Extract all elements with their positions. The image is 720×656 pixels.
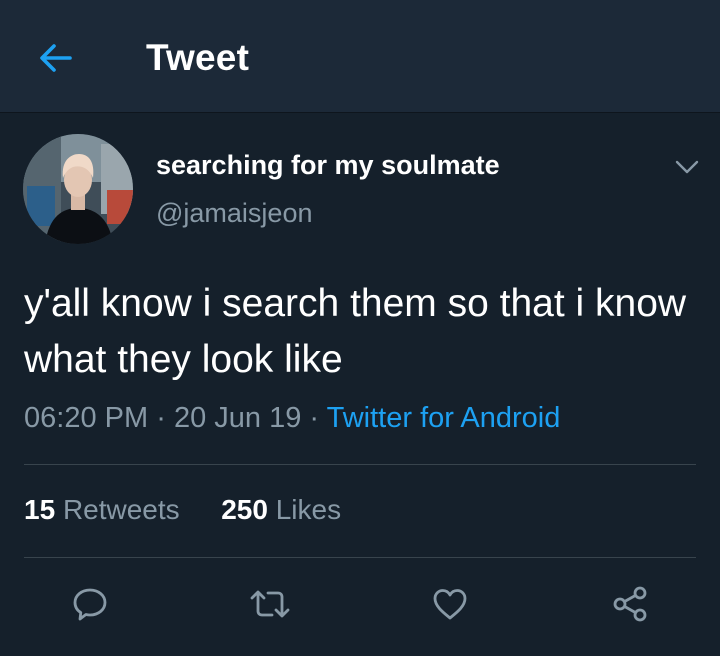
arrow-left-icon <box>40 44 72 72</box>
like-icon <box>433 589 467 620</box>
reply-button[interactable] <box>68 582 112 626</box>
retweet-count: 15 <box>24 494 56 525</box>
share-icon <box>613 586 647 622</box>
chevron-down-icon <box>675 160 699 174</box>
tweet-source-link[interactable]: Twitter for Android <box>327 402 561 434</box>
tweet-date: 20 Jun 19 <box>173 402 302 434</box>
like-count: 250 <box>221 494 268 525</box>
retweet-icon <box>250 590 290 618</box>
divider <box>24 464 696 465</box>
divider <box>24 557 696 558</box>
profile-photo <box>23 134 133 244</box>
meta-separator: · <box>309 402 320 434</box>
tweet-options-button[interactable] <box>672 152 702 182</box>
tweet-stats: 15 Retweets 250 Likes <box>24 494 341 526</box>
reply-icon <box>73 588 107 621</box>
retweets-stat[interactable]: 15 Retweets <box>24 494 187 525</box>
display-name[interactable]: searching for my soulmate <box>156 150 500 181</box>
tweet-time: 06:20 PM <box>24 402 149 434</box>
meta-separator: · <box>156 402 166 434</box>
top-bar: Tweet <box>0 0 720 113</box>
tweet-text: y'all know i search them so that i know … <box>24 282 687 381</box>
page-title: Tweet <box>146 37 250 78</box>
back-button[interactable] <box>34 36 78 80</box>
like-label: Likes <box>275 494 342 525</box>
like-button[interactable] <box>428 582 472 626</box>
share-button[interactable] <box>608 582 652 626</box>
tweet-metadata: 06:20 PM · 20 Jun 19 · Twitter for Andro… <box>24 402 560 435</box>
user-handle[interactable]: @jamaisjeon <box>156 198 312 229</box>
likes-stat[interactable]: 250 Likes <box>221 494 341 525</box>
retweet-button[interactable] <box>248 582 292 626</box>
avatar[interactable] <box>23 134 133 244</box>
retweet-label: Retweets <box>62 494 180 525</box>
